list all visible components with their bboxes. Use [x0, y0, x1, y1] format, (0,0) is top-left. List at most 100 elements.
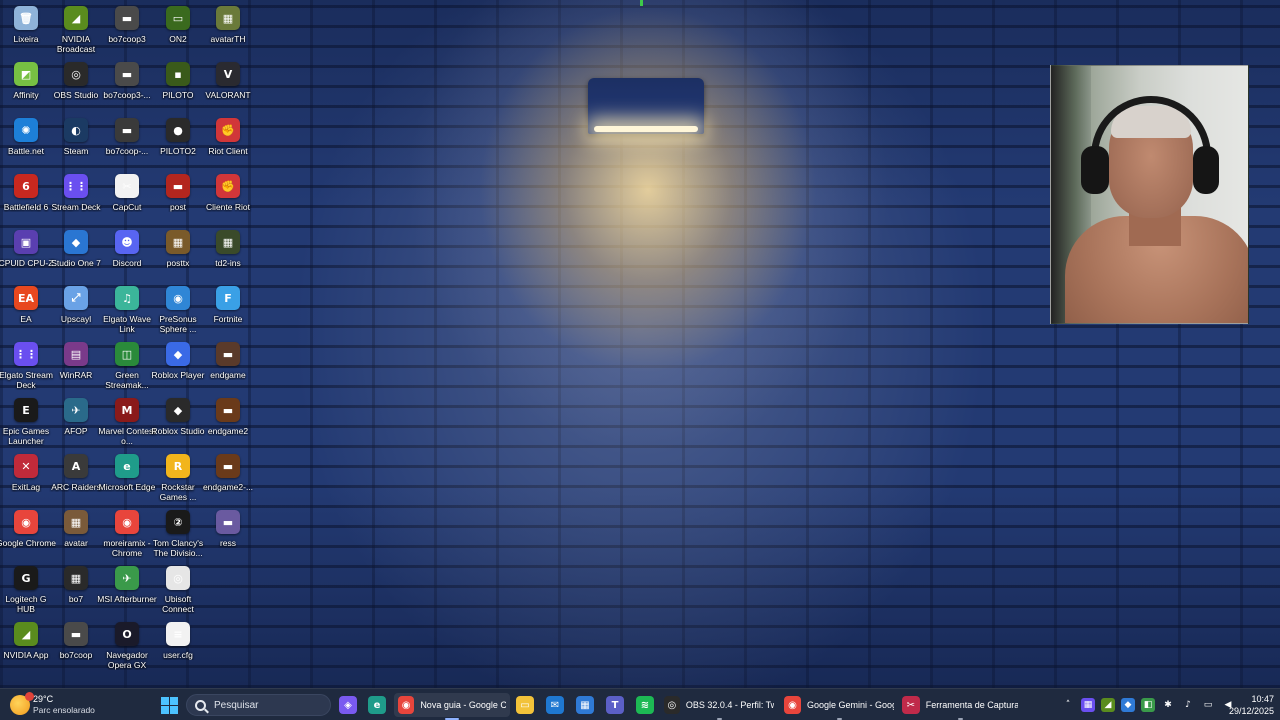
desktop-icon-ea[interactable]: EA EA: [0, 283, 52, 339]
ea-icon: EA: [14, 286, 38, 310]
desktop-icon-game-shortcut[interactable]: ▬ endgame2: [202, 395, 254, 451]
desktop-icon-chrome[interactable]: ◉ moreiramix - Chrome: [101, 507, 153, 563]
desktop-icon-roblox[interactable]: ◆ Roblox Player: [152, 339, 204, 395]
desktop-icon-game-shortcut[interactable]: ● PILOTO2: [152, 115, 204, 171]
desktop-icon-arc-raiders[interactable]: A ARC Raiders: [50, 451, 102, 507]
desktop-icon-game-shortcut[interactable]: ▬ endgame2-...: [202, 451, 254, 507]
taskbar-app-teams[interactable]: T: [602, 693, 628, 717]
desktop-icon-game-shortcut[interactable]: ▬ endgame: [202, 339, 254, 395]
desktop-icon-division[interactable]: ② Tom Clancy's The Divisio...: [152, 507, 204, 563]
desktop-icon-msi-afterburner[interactable]: ✈ MSI Afterburner: [97, 563, 157, 619]
desktop-icon-game-shortcut[interactable]: ▦ avatarTH: [202, 3, 254, 59]
taskbar-app-ms-store[interactable]: ▦: [572, 693, 598, 717]
desktop-icon-label: Ubisoft Connect: [162, 594, 194, 614]
desktop-icon-edge[interactable]: e Microsoft Edge: [99, 451, 155, 507]
desktop-icon-rockstar[interactable]: R Rockstar Games ...: [152, 451, 204, 507]
desktop-icon-game-shortcut[interactable]: ▬ post: [152, 171, 204, 227]
desktop-icon-nvidia-broadcast[interactable]: ◢ NVIDIA Broadcast: [50, 3, 102, 59]
taskbar-clock[interactable]: 10:47 29/12/2025: [1218, 693, 1274, 717]
start-button[interactable]: [158, 693, 180, 717]
desktop-icon-nvidia-shortcut[interactable]: ▭ ON2: [152, 3, 204, 59]
obs-studio-icon: ◎: [664, 696, 680, 714]
desktop-icon-afop[interactable]: ✈ AFOP: [50, 395, 102, 451]
outlook-icon: ✉: [546, 696, 564, 714]
desktop-icon-game-shortcut[interactable]: ▬ ress: [202, 507, 254, 563]
edge-taskbar-button[interactable]: e: [365, 693, 389, 717]
desktop-icon-nvidia-shortcut[interactable]: ▪ PILOTO: [152, 59, 204, 115]
desktop-icon-nvidia-app[interactable]: ◢ NVIDIA App: [0, 619, 52, 675]
taskbar-app-chrome[interactable]: ◉ Nova guia - Google Chr: [394, 693, 510, 720]
desktop-icon-logitech[interactable]: G Logitech G HUB: [0, 563, 52, 619]
desktop-icon-opera-gx[interactable]: O Navegador Opera GX: [101, 619, 153, 675]
desktop-icon-obs-studio[interactable]: ◎ OBS Studio: [50, 59, 102, 115]
ms-store-icon: ▦: [576, 696, 594, 714]
microphone-icon[interactable]: ♪: [1181, 698, 1195, 712]
presonus-icon: ◉: [166, 286, 190, 310]
desktop-icon-file[interactable]: ≡ user.cfg: [152, 619, 204, 675]
desktop-icon-game-shortcut[interactable]: ▦ bo7: [50, 563, 102, 619]
desktop-icon-game-shortcut[interactable]: ▬ bo7coop3-...: [101, 59, 153, 115]
taskbar-app-spotify[interactable]: ≋: [632, 693, 658, 717]
taskbar-app-obs-studio[interactable]: ◎ OBS 32.0.4 - Perfil: Twitc: [660, 693, 778, 720]
notification-badge: [25, 692, 34, 701]
desktop-icon-marvel[interactable]: M Marvel Contest o...: [98, 395, 156, 451]
network-tray-icon[interactable]: ◧: [1141, 698, 1155, 712]
desktop-icon-studio-one[interactable]: ◆ Studio One 7: [50, 227, 102, 283]
desktop-icon-game-shortcut[interactable]: ▦ avatar: [50, 507, 102, 563]
desktop-icon-riot-client[interactable]: ✊ Riot Client: [202, 115, 254, 171]
desktop-icon-stream-deck[interactable]: ⋮⋮ Stream Deck: [50, 171, 102, 227]
desktop-icon-game-shortcut[interactable]: ▦ td2-ins: [202, 227, 254, 283]
weather-temperature: 29°C: [33, 694, 54, 704]
desktop-icon-exitlag[interactable]: ✕ ExitLag: [0, 451, 52, 507]
desktop-icon-game-shortcut[interactable]: ▦ posttx: [152, 227, 204, 283]
desktop-icon-wave-link[interactable]: ♫ Elgato Wave Link: [101, 283, 153, 339]
game-shortcut-icon: ▬: [64, 622, 88, 646]
taskbar-app-label: OBS 32.0.4 - Perfil: Twitc: [685, 700, 774, 710]
desktop-icon-winrar[interactable]: ▤ WinRAR: [50, 339, 102, 395]
desktop-icon-game-shortcut[interactable]: ▬ bo7coop-...: [101, 115, 153, 171]
desktop-icon-stream-deck[interactable]: ⋮⋮ Elgato Stream Deck: [0, 339, 53, 395]
desktop-icon-label: endgame2: [207, 426, 249, 436]
desktop-icon-affinity[interactable]: ◩ Affinity: [0, 59, 52, 115]
desktop-icon-green-screen[interactable]: ◫ Green Streamak...: [101, 339, 153, 395]
weather-widget[interactable]: 29°C Parc ensolarado: [10, 689, 95, 720]
desktop-icon-fortnite[interactable]: F Fortnite: [202, 283, 254, 339]
defender-icon[interactable]: ◆: [1121, 698, 1135, 712]
desktop-icon-discord[interactable]: ☻ Discord: [101, 227, 153, 283]
bluetooth-tray-icon[interactable]: ✱: [1161, 698, 1175, 712]
copilot-button[interactable]: ◈: [336, 693, 360, 717]
roblox-icon: ◆: [166, 342, 190, 366]
msi-afterburner-icon: ✈: [115, 566, 139, 590]
stream-deck-tray-icon[interactable]: ▦: [1081, 698, 1095, 712]
taskbar-app-file-explorer[interactable]: ▭: [512, 693, 538, 717]
desktop-icon-cpuz[interactable]: ▣ CPUID CPU-Z: [0, 227, 53, 283]
taskbar-search[interactable]: Pesquisar: [186, 694, 331, 716]
taskbar-app-label: Ferramenta de Captura: [925, 700, 1018, 710]
desktop-icon-steam[interactable]: ◐ Steam: [50, 115, 102, 171]
desktop-icon-riot-client[interactable]: ✊ Cliente Riot: [202, 171, 254, 227]
desktop-icon-battlefield[interactable]: 6 Battlefield 6: [0, 171, 52, 227]
clock-time: 10:47: [1251, 694, 1274, 704]
taskbar-app-outlook[interactable]: ✉: [542, 693, 568, 717]
desktop-icon-valorant[interactable]: V VALORANT: [202, 59, 254, 115]
desktop-icon-recycle-bin[interactable]: 🗑 Lixeira: [0, 3, 52, 59]
clock-date: 29/12/2025: [1228, 706, 1274, 716]
desktop-icon-chrome[interactable]: ◉ Google Chrome: [0, 507, 56, 563]
nvidia-tray-icon[interactable]: ◢: [1101, 698, 1115, 712]
game-shortcut-icon: ●: [166, 118, 190, 142]
spotify-icon: ≋: [636, 696, 654, 714]
taskbar-app-snipping-tool[interactable]: ✂ Ferramenta de Captura: [898, 693, 1022, 720]
ethernet-icon[interactable]: ▭: [1201, 698, 1215, 712]
desktop-icon-game-shortcut[interactable]: ▬ bo7coop3: [101, 3, 153, 59]
taskbar-app-chrome[interactable]: ◉ Google Gemini - Googl: [780, 693, 898, 720]
desktop-icon-presonus[interactable]: ◉ PreSonus Sphere ...: [152, 283, 204, 339]
game-shortcut-icon: ▦: [216, 230, 240, 254]
desktop-icon-ubisoft[interactable]: ◎ Ubisoft Connect: [152, 563, 204, 619]
desktop-icon-epic-games[interactable]: E Epic Games Launcher: [0, 395, 52, 451]
desktop-icon-roblox-studio[interactable]: ◆ Roblox Studio: [152, 395, 204, 451]
desktop-icon-battlenet[interactable]: ✺ Battle.net: [0, 115, 52, 171]
desktop-icon-game-shortcut[interactable]: ▬ bo7coop: [50, 619, 102, 675]
chevron-up-icon[interactable]: ˄: [1061, 698, 1075, 712]
desktop-icon-upscayl[interactable]: ⤢ Upscayl: [50, 283, 102, 339]
desktop-icon-capcut[interactable]: ✂ CapCut: [101, 171, 153, 227]
